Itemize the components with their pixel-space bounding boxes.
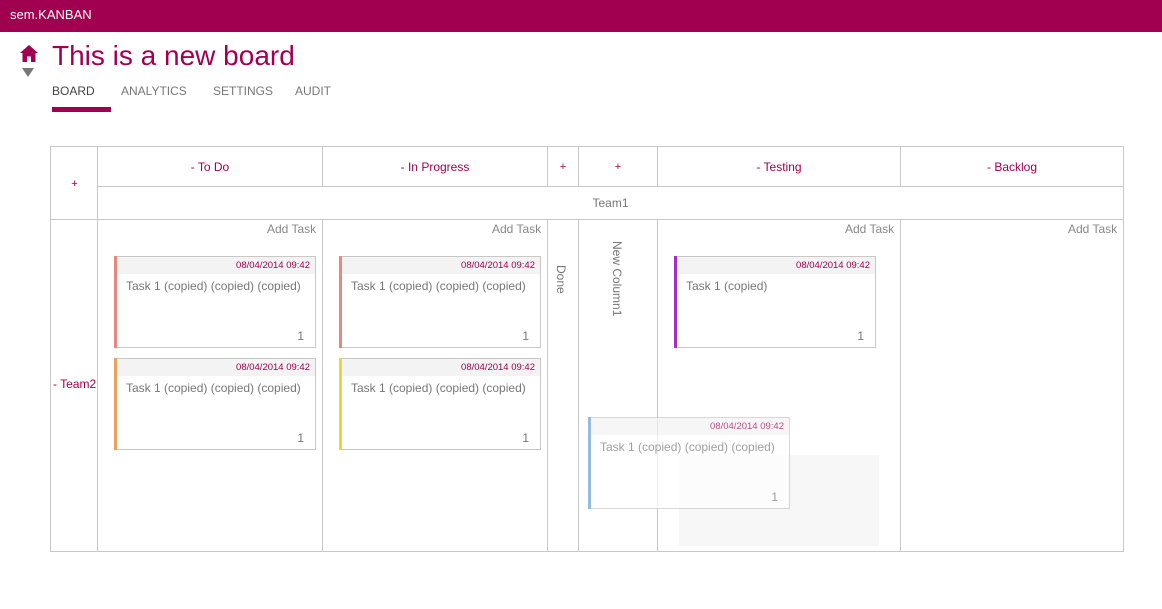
divider [900, 219, 901, 551]
card-count: 1 [297, 329, 304, 343]
page-title: This is a new board [52, 40, 295, 71]
divider [578, 219, 579, 551]
task-card[interactable]: 08/04/2014 09:42 Task 1 (copied) (copied… [114, 358, 316, 450]
tab-board[interactable]: BOARD [52, 84, 95, 98]
column-header-todo[interactable]: - To Do [98, 147, 322, 187]
card-count: 1 [522, 431, 529, 445]
home-icon[interactable] [19, 44, 39, 64]
card-title: Task 1 (copied) (copied) (copied) [126, 279, 301, 293]
tab-analytics[interactable]: ANALYTICS [121, 84, 187, 98]
top-bar: sem.KANBAN [0, 0, 1162, 32]
divider [322, 219, 323, 551]
card-date: 08/04/2014 09:42 [117, 257, 315, 274]
card-title: Task 1 (copied) (copied) (copied) [600, 440, 775, 454]
card-count: 1 [297, 431, 304, 445]
card-date: 08/04/2014 09:42 [591, 418, 789, 435]
card-count: 1 [857, 329, 864, 343]
task-card[interactable]: 08/04/2014 09:42 Task 1 (copied) (copied… [114, 256, 316, 348]
divider [547, 219, 548, 551]
card-title: Task 1 (copied) (copied) (copied) [351, 279, 526, 293]
tab-audit[interactable]: AUDIT [295, 84, 331, 98]
dragged-task-card[interactable]: 08/04/2014 09:42 Task 1 (copied) (copied… [588, 417, 790, 509]
card-title: Task 1 (copied) (copied) (copied) [351, 381, 526, 395]
add-task-button[interactable]: Add Task [845, 222, 894, 236]
card-count: 1 [522, 329, 529, 343]
collapsed-column-new-column[interactable]: New Column1 [610, 241, 624, 316]
task-card[interactable]: 08/04/2014 09:42 Task 1 (copied) (copied… [339, 256, 541, 348]
card-date: 08/04/2014 09:42 [342, 257, 540, 274]
column-header-backlog[interactable]: - Backlog [901, 147, 1123, 187]
expand-new-column-button[interactable]: + [579, 147, 657, 187]
task-card[interactable]: 08/04/2014 09:42 Task 1 (copied) (copied… [339, 358, 541, 450]
card-title: Task 1 (copied) (copied) (copied) [126, 381, 301, 395]
column-lane-header: Team1 [592, 196, 629, 210]
kanban-board: + - To Do - In Progress + + - Testing - … [50, 146, 1124, 552]
column-header-in-progress[interactable]: - In Progress [323, 147, 547, 187]
divider [51, 219, 1123, 220]
active-tab-indicator [52, 107, 111, 112]
app-title: sem.KANBAN [10, 7, 92, 22]
card-date: 08/04/2014 09:42 [342, 359, 540, 376]
caret-down-icon[interactable] [22, 68, 34, 77]
add-swimlane-button[interactable]: + [51, 147, 98, 220]
add-task-button[interactable]: Add Task [267, 222, 316, 236]
task-card[interactable]: 08/04/2014 09:42 Task 1 (copied) 1 [674, 256, 876, 348]
row-header-team2[interactable]: - Team2 [51, 377, 98, 391]
expand-done-button[interactable]: + [548, 147, 578, 187]
tab-settings[interactable]: SETTINGS [213, 84, 273, 98]
card-date: 08/04/2014 09:42 [117, 359, 315, 376]
card-date: 08/04/2014 09:42 [677, 257, 875, 274]
card-title: Task 1 (copied) [686, 279, 768, 293]
collapsed-column-done[interactable]: Done [554, 265, 568, 294]
column-header-testing[interactable]: - Testing [658, 147, 900, 187]
add-task-button[interactable]: Add Task [1068, 222, 1117, 236]
add-task-button[interactable]: Add Task [492, 222, 541, 236]
card-count: 1 [771, 490, 778, 504]
